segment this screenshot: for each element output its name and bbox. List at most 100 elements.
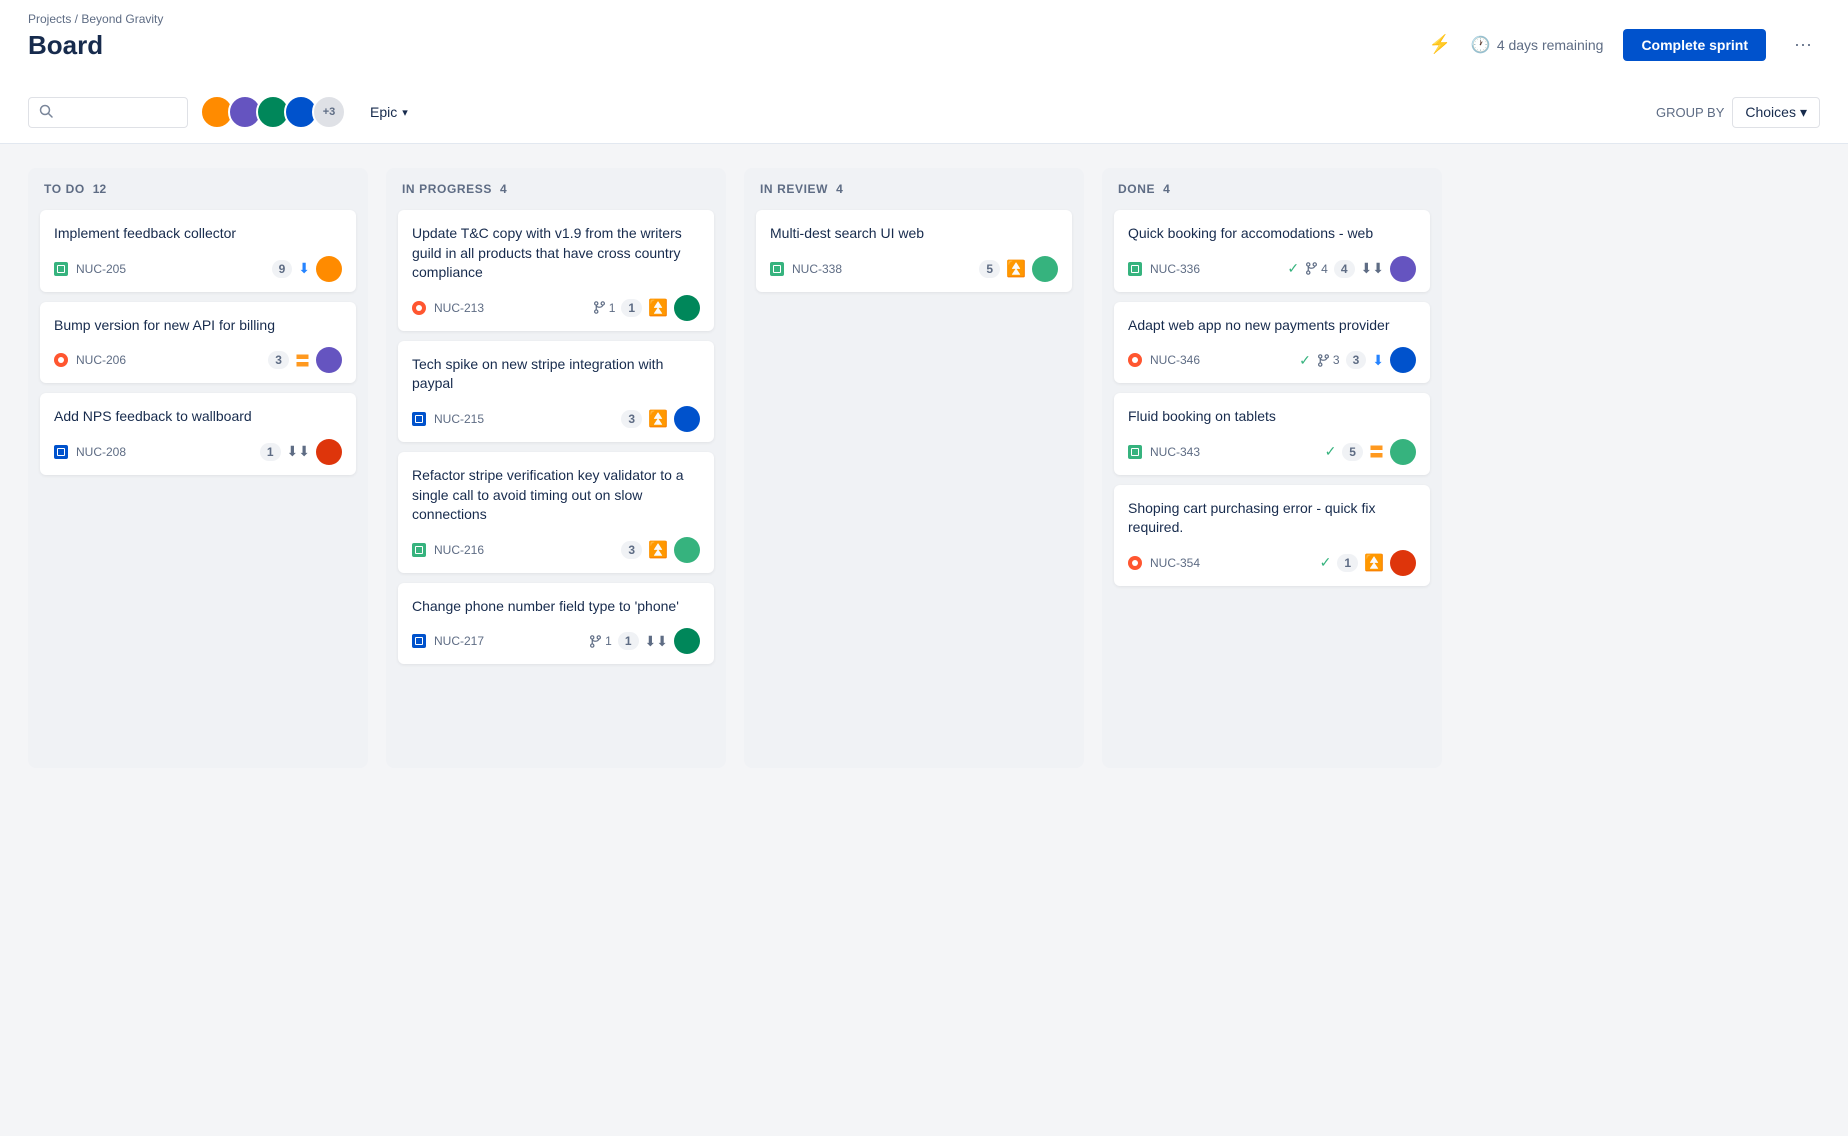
issue-id: NUC-354: [1150, 556, 1200, 570]
epic-dropdown[interactable]: Epic ▾: [358, 98, 420, 126]
task-icon: [54, 445, 68, 459]
issue-id: NUC-346: [1150, 353, 1200, 367]
board: TO DO 12 Implement feedback collector NU…: [0, 144, 1848, 792]
story-icon: [412, 543, 426, 557]
column-count: 4: [836, 182, 843, 196]
branch-meta: 1: [589, 634, 612, 648]
card-title: Add NPS feedback to wallboard: [54, 407, 342, 427]
card[interactable]: Shoping cart purchasing error - quick fi…: [1114, 485, 1430, 586]
page-title: Board: [28, 30, 163, 61]
avatar-more[interactable]: +3: [312, 95, 346, 129]
card-title: Refactor stripe verification key validat…: [412, 466, 700, 525]
card-title: Bump version for new API for billing: [54, 316, 342, 336]
card-title: Multi-dest search UI web: [770, 224, 1058, 244]
issue-id: NUC-213: [434, 301, 484, 315]
column-inprogress: IN PROGRESS 4 Update T&C copy with v1.9 …: [386, 168, 726, 768]
card-meta: NUC-346: [1128, 353, 1200, 367]
story-icon: [1128, 445, 1142, 459]
search-box[interactable]: [28, 97, 188, 128]
card[interactable]: Tech spike on new stripe integration wit…: [398, 341, 714, 442]
card[interactable]: Update T&C copy with v1.9 from the write…: [398, 210, 714, 331]
check-icon: ✓: [1320, 554, 1332, 571]
card-footer: NUC-213 1 1 ⏫: [412, 295, 700, 321]
issue-id: NUC-205: [76, 262, 126, 276]
column-header: IN PROGRESS 4: [398, 182, 714, 196]
card-title: Shoping cart purchasing error - quick fi…: [1128, 499, 1416, 538]
avatar: [1390, 439, 1416, 465]
card[interactable]: Multi-dest search UI web NUC-338 5 ⏫: [756, 210, 1072, 292]
story-points: 3: [1346, 351, 1367, 369]
issue-id: NUC-336: [1150, 262, 1200, 276]
card-meta: NUC-215: [412, 412, 484, 426]
task-icon: [412, 412, 426, 426]
column-count: 4: [1163, 182, 1170, 196]
days-remaining: 🕐 4 days remaining: [1471, 35, 1604, 55]
avatar: [1390, 550, 1416, 576]
search-input[interactable]: [59, 105, 177, 120]
story-icon: [54, 262, 68, 276]
card-meta: NUC-213: [412, 301, 484, 315]
card-footer: NUC-336 ✓ 4 4 ⬇⬇: [1128, 256, 1416, 282]
toolbar-left: +3 Epic ▾: [28, 95, 420, 129]
story-points: 1: [618, 632, 639, 650]
column-title: IN REVIEW: [760, 182, 828, 196]
card[interactable]: Fluid booking on tablets NUC-343 ✓ 5 〓: [1114, 393, 1430, 475]
avatar: [1032, 256, 1058, 282]
story-points: 3: [621, 541, 642, 559]
story-icon: [1128, 262, 1142, 276]
chevron-down-icon: ▾: [1800, 104, 1807, 121]
card[interactable]: Bump version for new API for billing NUC…: [40, 302, 356, 384]
story-points: 1: [621, 299, 642, 317]
column-title: IN PROGRESS: [402, 182, 492, 196]
issue-id: NUC-343: [1150, 445, 1200, 459]
card[interactable]: Refactor stripe verification key validat…: [398, 452, 714, 573]
epic-label: Epic: [370, 104, 397, 120]
choices-dropdown[interactable]: Choices ▾: [1732, 97, 1820, 128]
issue-id: NUC-338: [792, 262, 842, 276]
avatar: [316, 256, 342, 282]
card-footer: NUC-216 3 ⏫: [412, 537, 700, 563]
lightning-icon: ⚡: [1428, 34, 1450, 55]
card[interactable]: Implement feedback collector NUC-205 9 ⬇: [40, 210, 356, 292]
avatar: [316, 439, 342, 465]
more-options-button[interactable]: ···: [1786, 30, 1820, 59]
card[interactable]: Add NPS feedback to wallboard NUC-208 1 …: [40, 393, 356, 475]
issue-id: NUC-206: [76, 353, 126, 367]
story-points: 5: [1342, 443, 1363, 461]
issue-id: NUC-215: [434, 412, 484, 426]
issue-id: NUC-216: [434, 543, 484, 557]
column-count: 12: [93, 182, 106, 196]
bug-icon: [54, 353, 68, 367]
avatar: [674, 406, 700, 432]
card-title: Quick booking for accomodations - web: [1128, 224, 1416, 244]
check-icon: ✓: [1299, 352, 1311, 369]
card-footer: NUC-205 9 ⬇: [54, 256, 342, 282]
issue-id: NUC-208: [76, 445, 126, 459]
story-points: 4: [1334, 260, 1355, 278]
column-done: DONE 4 Quick booking for accomodations -…: [1102, 168, 1442, 768]
avatar: [674, 537, 700, 563]
card-title: Update T&C copy with v1.9 from the write…: [412, 224, 700, 283]
branch-meta: 1: [593, 301, 616, 315]
card[interactable]: Change phone number field type to 'phone…: [398, 583, 714, 665]
card-footer: NUC-208 1 ⬇⬇: [54, 439, 342, 465]
card-meta: NUC-216: [412, 543, 484, 557]
bug-icon: [1128, 353, 1142, 367]
column-header: TO DO 12: [40, 182, 356, 196]
card-footer: NUC-206 3 〓: [54, 347, 342, 373]
complete-sprint-button[interactable]: Complete sprint: [1623, 29, 1766, 61]
choices-label: Choices: [1745, 104, 1796, 120]
avatar-group[interactable]: +3: [200, 95, 346, 129]
check-icon: ✓: [1287, 260, 1299, 277]
task-icon: [412, 634, 426, 648]
card-footer: NUC-346 ✓ 3 3 ⬇: [1128, 347, 1416, 373]
card[interactable]: Adapt web app no new payments provider N…: [1114, 302, 1430, 384]
card[interactable]: Quick booking for accomodations - web NU…: [1114, 210, 1430, 292]
breadcrumb: Projects / Beyond Gravity: [28, 12, 163, 26]
card-footer: NUC-338 5 ⏫: [770, 256, 1058, 282]
card-title: Tech spike on new stripe integration wit…: [412, 355, 700, 394]
card-footer: NUC-343 ✓ 5 〓: [1128, 439, 1416, 465]
card-meta: NUC-208: [54, 445, 126, 459]
column-inreview: IN REVIEW 4 Multi-dest search UI web NUC…: [744, 168, 1084, 768]
card-title: Implement feedback collector: [54, 224, 342, 244]
